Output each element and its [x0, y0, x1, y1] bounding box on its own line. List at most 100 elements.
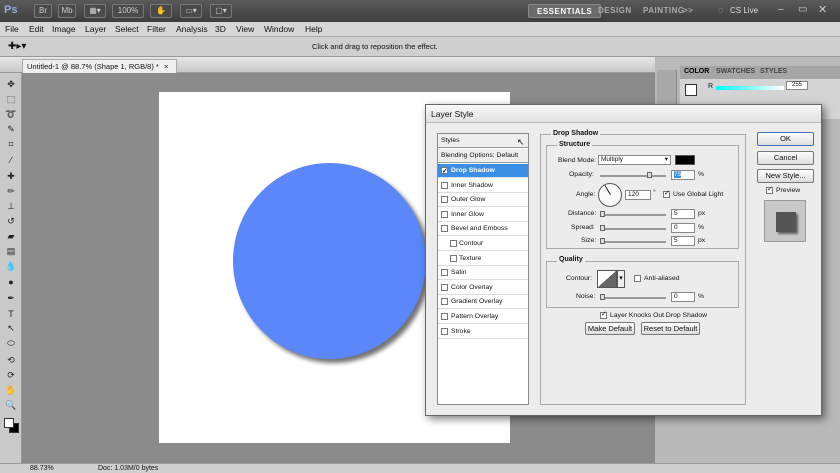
opacity-slider-knob[interactable]: [647, 172, 652, 178]
eyedropper-tool-icon[interactable]: ⁄: [4, 153, 18, 166]
crop-tool-icon[interactable]: ⌗: [4, 138, 18, 151]
effect-item-stroke[interactable]: Stroke: [438, 325, 528, 339]
noise-slider[interactable]: [600, 297, 666, 299]
effect-checkbox[interactable]: [441, 298, 448, 306]
tab-close-icon[interactable]: ×: [164, 62, 168, 71]
distance-field[interactable]: 5: [671, 209, 695, 219]
effect-checkbox[interactable]: [441, 210, 448, 218]
maximize-icon[interactable]: ▭: [798, 4, 807, 15]
type-tool-icon[interactable]: T: [4, 307, 18, 320]
zoom-tool-icon[interactable]: 🔍: [4, 399, 18, 412]
noise-field[interactable]: 0: [671, 292, 695, 302]
menu-edit[interactable]: Edit: [29, 24, 44, 34]
spread-slider-knob[interactable]: [600, 225, 605, 231]
effect-item-inner-glow[interactable]: Inner Glow: [438, 208, 528, 222]
more-workspaces-icon[interactable]: >>: [683, 4, 693, 18]
hand-tool-icon[interactable]: ✋: [150, 4, 172, 18]
view-extras-button[interactable]: ▦▾: [84, 4, 106, 18]
effect-checkbox[interactable]: [441, 196, 448, 204]
effect-item-inner-shadow[interactable]: Inner Shadow: [438, 179, 528, 193]
move-tool-preset-icon[interactable]: ✚▸▾: [8, 41, 26, 52]
angle-dial[interactable]: [598, 183, 622, 207]
effect-checkbox[interactable]: [450, 254, 457, 262]
color-r-value[interactable]: 255: [786, 81, 808, 90]
angle-field[interactable]: 120: [625, 190, 651, 200]
color-r-slider[interactable]: [716, 86, 784, 90]
reset-to-default-button[interactable]: Reset to Default: [641, 322, 700, 335]
noise-slider-knob[interactable]: [600, 294, 605, 300]
size-field[interactable]: 5: [671, 236, 695, 246]
menu-analysis[interactable]: Analysis: [176, 24, 208, 34]
effect-item-pattern-overlay[interactable]: Pattern Overlay: [438, 310, 528, 324]
menu-image[interactable]: Image: [52, 24, 76, 34]
opacity-field[interactable]: 75: [671, 170, 695, 180]
effect-checkbox[interactable]: [441, 327, 448, 335]
effect-checkbox[interactable]: [441, 313, 448, 320]
spread-slider[interactable]: [600, 228, 666, 230]
brush-tool-icon[interactable]: ✏: [4, 185, 18, 198]
contour-preview[interactable]: [597, 270, 617, 288]
menu-layer[interactable]: Layer: [85, 24, 106, 34]
workspace-design[interactable]: DESIGN: [590, 4, 640, 18]
menu-file[interactable]: File: [5, 24, 19, 34]
gradient-tool-icon[interactable]: ▤: [4, 245, 18, 258]
distance-slider[interactable]: [600, 214, 666, 216]
distance-slider-knob[interactable]: [600, 211, 605, 217]
dodge-tool-icon[interactable]: ●: [4, 275, 18, 288]
screen-mode-button[interactable]: ▢▾: [210, 4, 232, 18]
use-global-light-checkbox[interactable]: [663, 189, 670, 198]
tab-styles[interactable]: STYLES: [760, 68, 787, 75]
minimize-icon[interactable]: –: [778, 4, 784, 15]
opacity-slider[interactable]: [600, 175, 666, 177]
effect-item-color-overlay[interactable]: Color Overlay: [438, 281, 528, 295]
ok-button[interactable]: OK: [757, 132, 814, 146]
anti-aliased-checkbox[interactable]: [634, 275, 641, 282]
blend-mode-select[interactable]: Multiply ▾: [598, 155, 671, 165]
menu-window[interactable]: Window: [264, 24, 294, 34]
clone-stamp-tool-icon[interactable]: ⊥: [4, 200, 18, 213]
size-slider[interactable]: [600, 241, 666, 243]
panel-foreground-swatch[interactable]: [685, 84, 697, 96]
dialog-titlebar[interactable]: Layer Style: [426, 105, 821, 123]
effect-item-bevel-and-emboss[interactable]: Bevel and Emboss: [438, 222, 528, 237]
blur-tool-icon[interactable]: 💧: [4, 260, 18, 273]
move-tool-icon[interactable]: ✥: [4, 78, 18, 91]
menu-help[interactable]: Help: [305, 24, 322, 34]
effect-item-contour[interactable]: Contour: [438, 237, 528, 251]
ellipse-shape-layer[interactable]: [233, 163, 426, 359]
menu-filter[interactable]: Filter: [147, 24, 166, 34]
pen-tool-icon[interactable]: ✒: [4, 292, 18, 305]
quick-selection-tool-icon[interactable]: ✎: [4, 123, 18, 136]
path-selection-tool-icon[interactable]: ↖: [4, 322, 18, 335]
styles-header[interactable]: Styles: [438, 134, 528, 148]
tab-swatches[interactable]: SWATCHES: [716, 68, 755, 75]
lasso-tool-icon[interactable]: ➰: [4, 108, 18, 121]
shadow-color-swatch[interactable]: [675, 155, 695, 165]
effect-checkbox[interactable]: [441, 225, 448, 233]
effect-checkbox[interactable]: [441, 165, 448, 178]
effect-checkbox[interactable]: [441, 269, 448, 277]
zoom-level-field[interactable]: 100%: [112, 4, 144, 18]
document-tab[interactable]: Untitled-1 @ 88.7% (Shape 1, RGB/8) * ×: [22, 59, 177, 73]
make-default-button[interactable]: Make Default: [585, 322, 635, 335]
arrange-documents-button[interactable]: ▭▾: [180, 4, 202, 18]
preview-checkbox[interactable]: [766, 185, 773, 194]
effect-item-gradient-overlay[interactable]: Gradient Overlay: [438, 295, 528, 310]
effect-checkbox[interactable]: [441, 181, 448, 189]
cancel-button[interactable]: Cancel: [757, 151, 814, 165]
3d-rotate-tool-icon[interactable]: ⟲: [4, 354, 18, 367]
foreground-color-swatch[interactable]: [4, 418, 14, 428]
effect-item-texture[interactable]: Texture: [438, 252, 528, 266]
effect-checkbox[interactable]: [450, 240, 457, 247]
layer-knocks-out-checkbox[interactable]: [600, 310, 607, 319]
effect-checkbox[interactable]: [441, 283, 448, 291]
tab-color[interactable]: COLOR: [684, 68, 709, 75]
menu-3d[interactable]: 3D: [215, 24, 226, 34]
status-zoom[interactable]: 88.73%: [30, 465, 54, 472]
mini-bridge-icon[interactable]: Mb: [58, 4, 76, 18]
eraser-tool-icon[interactable]: ▰: [4, 230, 18, 243]
marquee-tool-icon[interactable]: ⬚: [4, 93, 18, 106]
spread-field[interactable]: 0: [671, 223, 695, 233]
close-icon[interactable]: ✕: [818, 3, 827, 16]
ellipse-tool-icon[interactable]: ⬭: [4, 337, 18, 350]
